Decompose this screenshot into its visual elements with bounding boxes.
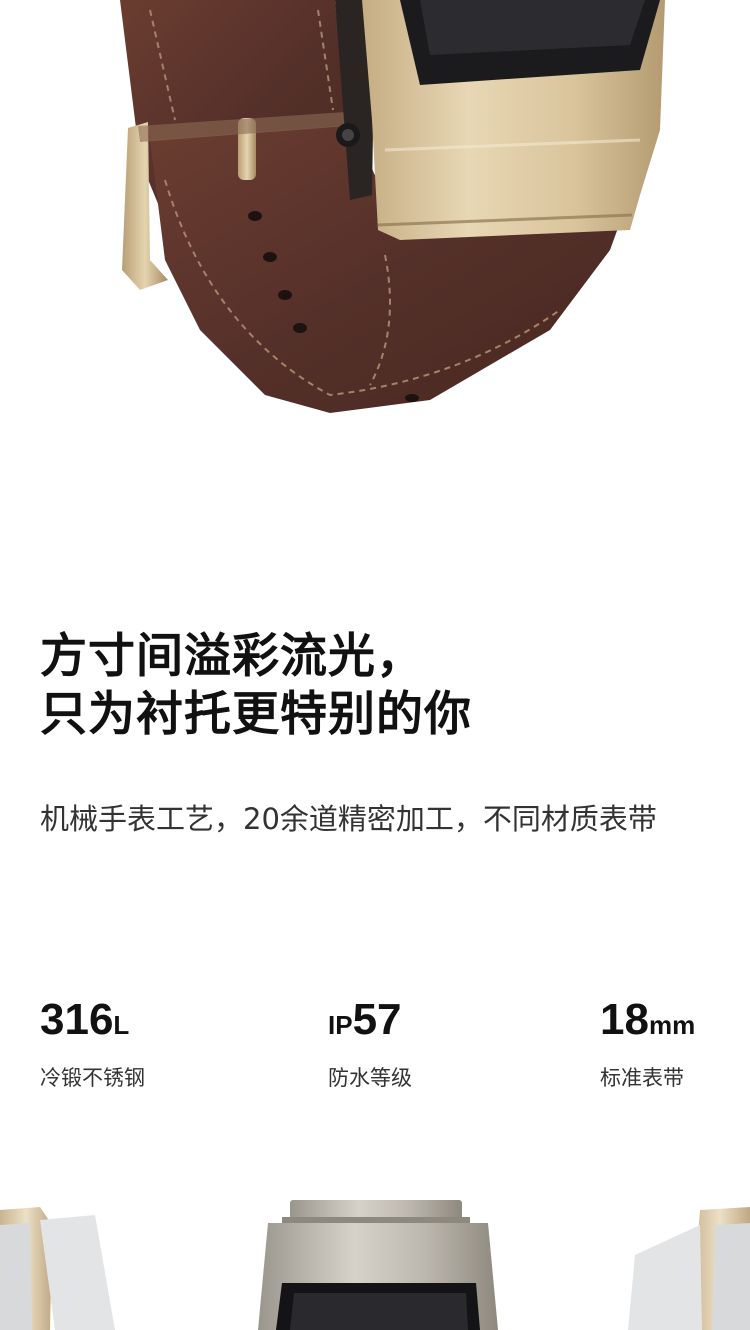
- watch-left-white-strap: [0, 1207, 115, 1330]
- spec-strap-width-number: 18: [600, 995, 649, 1044]
- subtitle: 机械手表工艺，20余道精密加工，不同材质表带: [40, 802, 657, 836]
- strap-variants-image: [0, 1200, 750, 1330]
- watch-right-white-strap: [628, 1207, 750, 1330]
- watch-center-metal-strap: [258, 1200, 498, 1330]
- spec-strap-width-unit: mm: [648, 1010, 696, 1040]
- spec-strap-width-label: 标准表带: [600, 1066, 684, 1090]
- spec-steel-value: 316L: [40, 995, 145, 1055]
- headline: 方寸间溢彩流光， 只为衬托更特别的你: [40, 628, 472, 744]
- spec-waterproof-number: 57: [352, 995, 402, 1044]
- spec-steel-unit: L: [113, 1010, 130, 1040]
- headline-line-1: 方寸间溢彩流光，: [40, 629, 424, 684]
- spec-waterproof-prefix: IP: [328, 1010, 353, 1040]
- spec-waterproof-value: IP57: [328, 995, 412, 1055]
- spec-steel-number: 316: [40, 995, 114, 1044]
- spec-waterproof: IP57 防水等级: [328, 995, 412, 1093]
- spec-steel: 316L 冷锻不锈钢: [40, 995, 145, 1093]
- headline-line-2: 只为衬托更特别的你: [40, 687, 472, 742]
- spec-steel-label: 冷锻不锈钢: [40, 1066, 145, 1090]
- spec-waterproof-label: 防水等级: [328, 1066, 412, 1090]
- spec-strap-width: 18mm 标准表带: [600, 995, 695, 1093]
- spec-strap-width-value: 18mm: [600, 995, 695, 1055]
- watch-leather-strap-image: [120, 0, 665, 413]
